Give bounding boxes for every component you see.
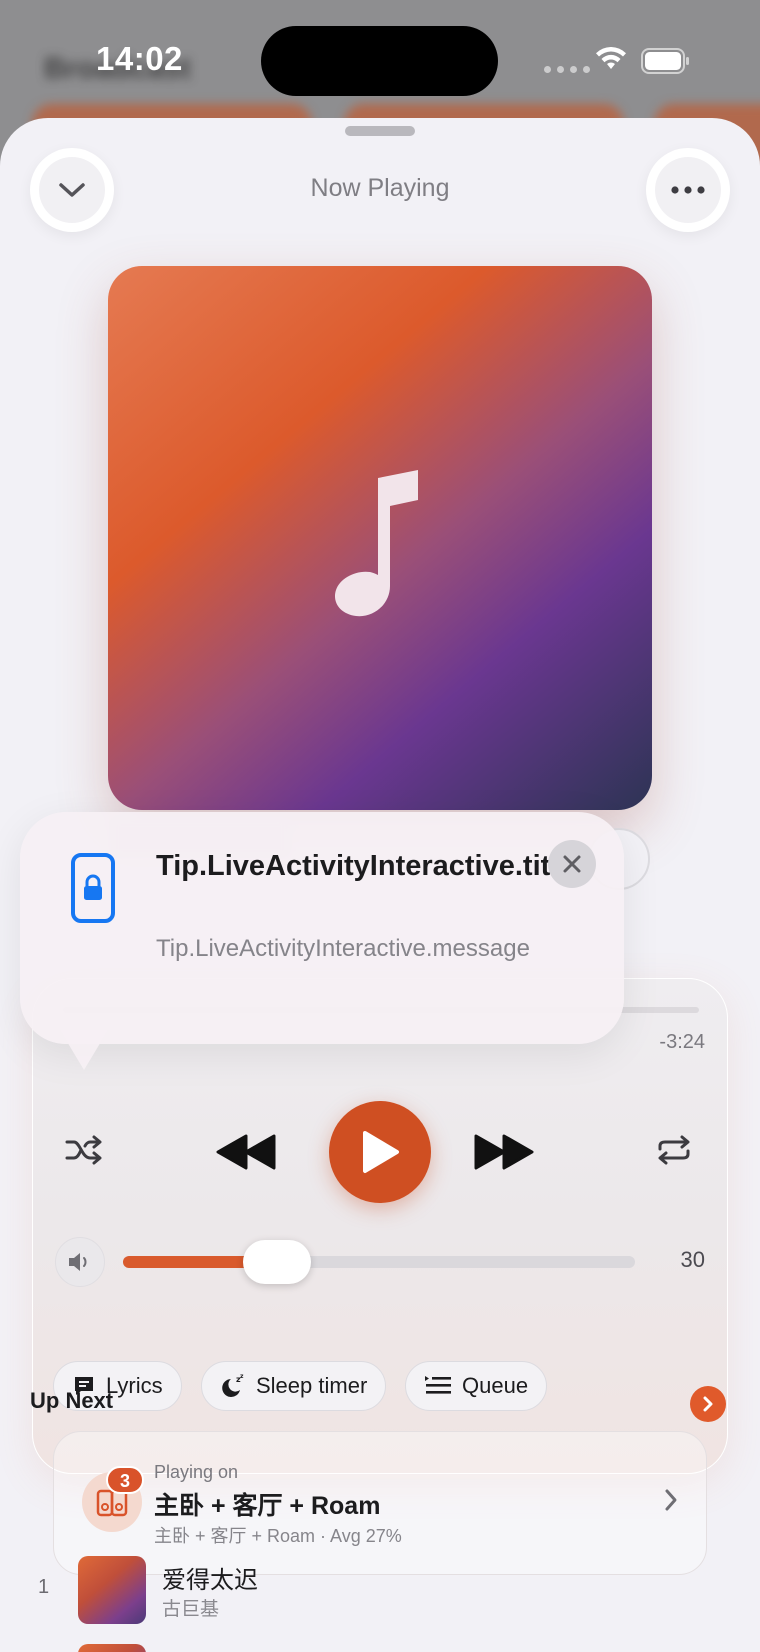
queue-artwork [78, 1644, 146, 1652]
tip-popover: Tip.LiveActivityInteractive.title Tip.Li… [20, 812, 624, 1044]
screen: Broadcast 14:02 Now Playing -3:24 30 Lyr… [0, 0, 760, 1652]
queue-title: 爱得太迟 [162, 1567, 258, 1594]
status-time: 14:02 [96, 40, 183, 77]
tip-arrow [60, 1030, 108, 1070]
close-icon [563, 855, 581, 873]
sleep-timer-button[interactable]: z z Sleep timer [201, 1361, 387, 1411]
list-icon [425, 1376, 451, 1394]
queue-index: 1 [38, 1576, 50, 1598]
tip-title: Tip.LiveActivityInteractive.title [156, 850, 575, 882]
queue-label: Queue [462, 1373, 529, 1398]
album-artwork [108, 266, 652, 810]
lyrics-label: Lyrics [106, 1373, 163, 1398]
phone-lock-icon [71, 853, 115, 923]
moon-zzz-icon: z z [222, 1373, 244, 1397]
volume-thumb[interactable] [243, 1240, 311, 1284]
repeat-button[interactable] [651, 1127, 697, 1173]
device-count-badge: 3 [106, 1466, 144, 1494]
shuffle-button[interactable] [61, 1127, 107, 1173]
time-remaining: -3:24 [659, 1031, 705, 1053]
wifi-icon [596, 47, 626, 69]
cellular-icon [544, 66, 590, 73]
up-next-more-button[interactable] [690, 1386, 726, 1422]
chevron-right-icon [703, 1396, 713, 1412]
ellipsis-icon [671, 186, 705, 194]
queue-artwork [78, 1556, 146, 1624]
list-item[interactable] [0, 1644, 760, 1652]
tip-message: Tip.LiveActivityInteractive.message [156, 935, 530, 962]
backward-icon [216, 1134, 276, 1170]
queue-artist: 古巨基 [162, 1599, 220, 1620]
volume-slider[interactable] [123, 1240, 635, 1284]
play-icon [363, 1131, 399, 1173]
more-options-button[interactable] [646, 148, 730, 232]
previous-track-button[interactable] [213, 1127, 279, 1177]
repeat-icon [658, 1135, 690, 1165]
tip-close-button[interactable] [548, 840, 596, 888]
playing-on-label: Playing on [154, 1462, 239, 1482]
music-note-icon [334, 470, 418, 617]
sleep-timer-label: Sleep timer [256, 1373, 368, 1398]
chevron-right-icon [665, 1489, 677, 1511]
volume-value: 30 [680, 1247, 705, 1272]
play-button[interactable] [329, 1101, 431, 1203]
mute-button[interactable] [55, 1237, 105, 1287]
speaker-icon [69, 1253, 87, 1271]
queue-button[interactable]: Queue [405, 1361, 548, 1411]
player-controls-card: -3:24 30 Lyrics z z Sleep timer Queue 3 … [32, 978, 728, 1575]
sheet-grabber[interactable] [345, 126, 415, 136]
playing-on-title: 主卧 + 客厅 + Roam [154, 1492, 381, 1520]
shuffle-icon [65, 1135, 102, 1165]
battery-icon [641, 48, 689, 74]
next-track-button[interactable] [471, 1127, 537, 1177]
playing-on-subtitle: 主卧 + 客厅 + Roam · Avg 27% [154, 1526, 402, 1546]
up-next-title: Up Next [30, 1388, 114, 1413]
playing-on-row[interactable]: 3 Playing on 主卧 + 客厅 + Roam 主卧 + 客厅 + Ro… [53, 1431, 707, 1575]
forward-icon [474, 1134, 534, 1170]
list-item[interactable]: 1 爱得太迟 古巨基 [0, 1556, 760, 1628]
svg-text:z: z [240, 1373, 244, 1380]
dynamic-island [261, 26, 498, 96]
